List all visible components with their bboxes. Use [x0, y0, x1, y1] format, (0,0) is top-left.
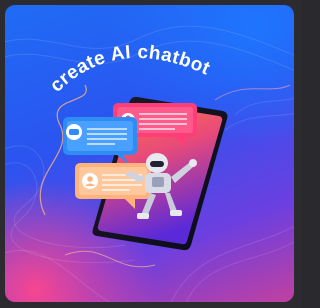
chatbot-banner-image: create AI chatbot: [5, 5, 294, 302]
image-frame: create AI chatbot: [0, 0, 302, 308]
phone-illustration: [63, 96, 228, 251]
